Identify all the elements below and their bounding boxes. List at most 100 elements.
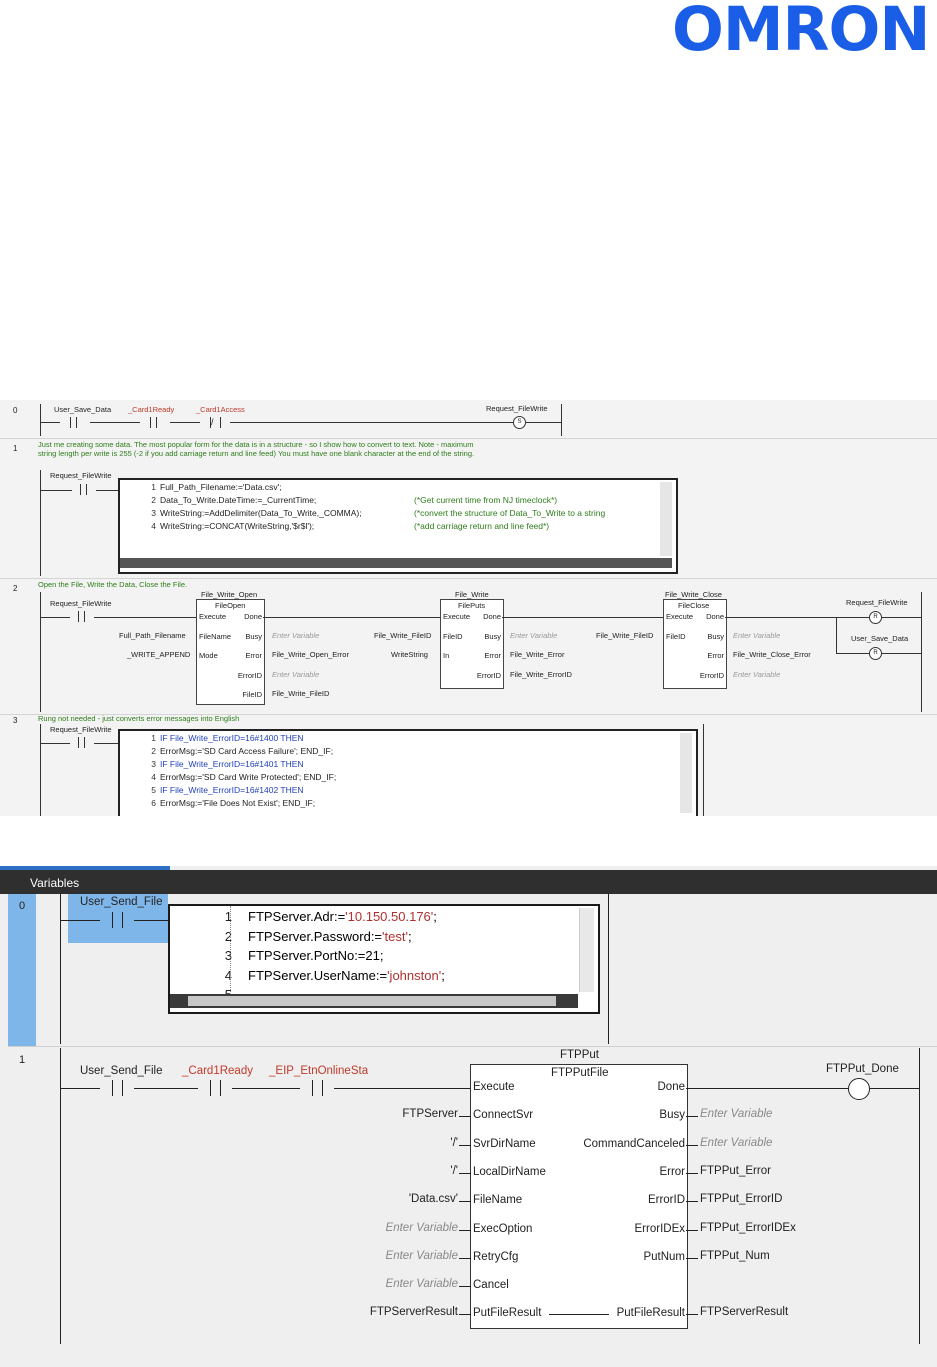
no-contact[interactable] bbox=[60, 417, 90, 428]
output-placeholder[interactable]: Enter Variable bbox=[510, 631, 557, 640]
gutter-line bbox=[230, 906, 232, 992]
contact-label: Request_FileWrite bbox=[50, 725, 112, 734]
input-argument[interactable]: FTPServerResult bbox=[370, 1306, 458, 1318]
set-coil[interactable]: S bbox=[513, 416, 526, 429]
output-placeholder[interactable]: Enter Variable bbox=[733, 631, 780, 640]
horizontal-scrollbar[interactable] bbox=[120, 558, 672, 568]
right-rail bbox=[703, 724, 704, 816]
output-variable[interactable]: FTPPut_ErrorID bbox=[700, 1193, 782, 1205]
input-placeholder[interactable]: Enter Variable bbox=[386, 1278, 458, 1290]
output-variable[interactable]: File_Write_ErrorID bbox=[510, 670, 572, 679]
no-contact[interactable] bbox=[70, 611, 94, 622]
scroll-thumb[interactable] bbox=[188, 996, 556, 1006]
pin-wire bbox=[459, 1257, 471, 1259]
input-argument[interactable]: 'Data.csv' bbox=[409, 1193, 458, 1205]
input-argument[interactable]: File_Write_FileID bbox=[596, 631, 653, 640]
left-rail bbox=[60, 894, 61, 1044]
variables-panel-bar[interactable]: Variables bbox=[0, 870, 937, 894]
fb-input-pin: Execute bbox=[473, 1081, 515, 1093]
fb-input-pin: RetryCfg bbox=[473, 1250, 519, 1263]
fb-instance-name: File_Write_Open bbox=[201, 590, 258, 599]
no-contact[interactable] bbox=[140, 417, 170, 428]
vertical-scrollbar[interactable] bbox=[680, 733, 692, 813]
output-variable[interactable]: File_Write_Close_Error bbox=[733, 650, 811, 659]
fb-input-pin: SvrDirName bbox=[473, 1137, 536, 1150]
fb-instance-name: File_Write_Close bbox=[665, 590, 722, 599]
fb-input-pin: FileName bbox=[473, 1194, 523, 1207]
output-placeholder[interactable]: Enter Variable bbox=[700, 1137, 772, 1149]
rung-wire bbox=[686, 1088, 848, 1089]
pin-wire bbox=[459, 1229, 471, 1231]
fileopen-block[interactable]: FileOpen Execute Done FileName Busy Mode… bbox=[196, 599, 265, 705]
input-argument[interactable]: '/' bbox=[450, 1165, 458, 1177]
no-contact[interactable] bbox=[72, 484, 96, 495]
vertical-scrollbar[interactable] bbox=[660, 482, 672, 556]
rung-number: 2 bbox=[13, 584, 18, 593]
input-placeholder[interactable]: Enter Variable bbox=[386, 1222, 458, 1234]
output-variable[interactable]: File_Write_FileID bbox=[272, 689, 329, 698]
output-variable[interactable]: File_Write_Error bbox=[510, 650, 564, 659]
contact-label: User_Send_File bbox=[80, 1065, 163, 1077]
input-argument[interactable]: '/' bbox=[450, 1137, 458, 1149]
output-variable[interactable]: FTPServerResult bbox=[700, 1306, 788, 1318]
rung-1: 1 Just me creating some data. The most p… bbox=[0, 438, 937, 579]
rung-0: 0 User_Save_Data _Card1Ready _Card1Acces… bbox=[0, 400, 937, 439]
ftpputfile-block[interactable]: FTPPutFile Execute ConnectSvr SvrDirName Lo… bbox=[470, 1064, 688, 1329]
input-argument[interactable]: Full_Path_Filename bbox=[119, 631, 186, 640]
no-contact[interactable] bbox=[70, 737, 94, 748]
reset-coil[interactable]: R bbox=[869, 647, 882, 660]
fb-input-pin: LocalDirName bbox=[473, 1165, 546, 1178]
horizontal-scrollbar[interactable] bbox=[170, 994, 578, 1008]
panel-title: Variables bbox=[30, 876, 80, 890]
input-argument[interactable]: FTPServer bbox=[402, 1108, 458, 1120]
logo-text: OMRON bbox=[672, 0, 930, 65]
inline-st-editor[interactable]: 1 IF File_Write_ErrorID=16#1400 THEN 2 Err… bbox=[118, 729, 698, 816]
fileputs-block[interactable]: FilePuts Execute Done FileID Busy In Err… bbox=[440, 599, 504, 689]
no-contact[interactable] bbox=[198, 1080, 232, 1096]
output-placeholder[interactable]: Enter Variable bbox=[272, 670, 319, 679]
inline-st-editor[interactable]: 1 FTPServer.Adr:='10.150.50.176'; 2 FTPSer… bbox=[168, 904, 600, 1014]
rung-number: 0 bbox=[19, 900, 26, 912]
no-contact[interactable] bbox=[100, 1080, 134, 1096]
right-rail bbox=[919, 1048, 920, 1344]
reset-coil[interactable]: R bbox=[869, 611, 882, 624]
output-placeholder[interactable]: Enter Variable bbox=[272, 631, 319, 640]
output-coil[interactable] bbox=[848, 1078, 870, 1100]
branch-wire bbox=[836, 617, 837, 653]
fb-input-pin: PutFileResult bbox=[473, 1307, 542, 1320]
pin-wire bbox=[686, 1257, 698, 1259]
rung-number: 1 bbox=[19, 1054, 26, 1066]
contact-label: _Card1Ready bbox=[182, 1065, 253, 1077]
output-variable[interactable]: FTPPut_Error bbox=[700, 1165, 771, 1177]
st-code[interactable]: 1 IF File_Write_ErrorID=16#1400 THEN 2 Err… bbox=[144, 732, 336, 810]
output-variable[interactable]: File_Write_Open_Error bbox=[272, 650, 349, 659]
st-code[interactable]: 1 Full_Path_Filename:='Data.csv'; 2 Data_T… bbox=[144, 481, 605, 533]
contact-label: _Card1Access bbox=[196, 405, 245, 414]
fileclose-block[interactable]: FileClose Execute Done FileID Busy Error… bbox=[663, 599, 727, 689]
input-placeholder[interactable]: Enter Variable bbox=[386, 1250, 458, 1262]
st-code[interactable]: 1 FTPServer.Adr:='10.150.50.176'; 2 FTPSer… bbox=[218, 907, 445, 1005]
nc-contact[interactable]: / bbox=[200, 417, 230, 428]
pin-wire bbox=[459, 1201, 471, 1203]
input-argument[interactable]: WriteString bbox=[391, 650, 428, 659]
fb-output-pin: PutNum bbox=[643, 1250, 685, 1263]
input-argument[interactable]: File_Write_FileID bbox=[374, 631, 431, 640]
output-variable[interactable]: FTPPut_Num bbox=[700, 1250, 770, 1262]
input-argument[interactable]: _WRITE_APPEND bbox=[127, 650, 190, 659]
fb-output-pin: Error bbox=[659, 1165, 685, 1178]
no-contact[interactable] bbox=[300, 1080, 334, 1096]
coil-label: User_Save_Data bbox=[851, 634, 909, 643]
pin-wire bbox=[686, 1201, 698, 1203]
contact-label: Request_FileWrite bbox=[50, 471, 112, 480]
pin-wire bbox=[459, 1172, 471, 1174]
inline-st-editor[interactable]: 1 Full_Path_Filename:='Data.csv'; 2 Data_T… bbox=[118, 478, 678, 574]
vertical-scrollbar[interactable] bbox=[579, 908, 594, 992]
pin-wire bbox=[686, 1229, 698, 1231]
output-variable[interactable]: FTPPut_ErrorIDEx bbox=[700, 1222, 796, 1234]
no-contact[interactable] bbox=[100, 912, 134, 928]
selected-rung-marker[interactable] bbox=[8, 894, 36, 1047]
output-placeholder[interactable]: Enter Variable bbox=[700, 1108, 772, 1120]
output-placeholder[interactable]: Enter Variable bbox=[733, 670, 780, 679]
fb-instance-name: FTPPut bbox=[560, 1049, 599, 1061]
ladder-editor-screenshot-1: 0 User_Save_Data _Card1Ready _Card1Acces… bbox=[0, 400, 937, 816]
